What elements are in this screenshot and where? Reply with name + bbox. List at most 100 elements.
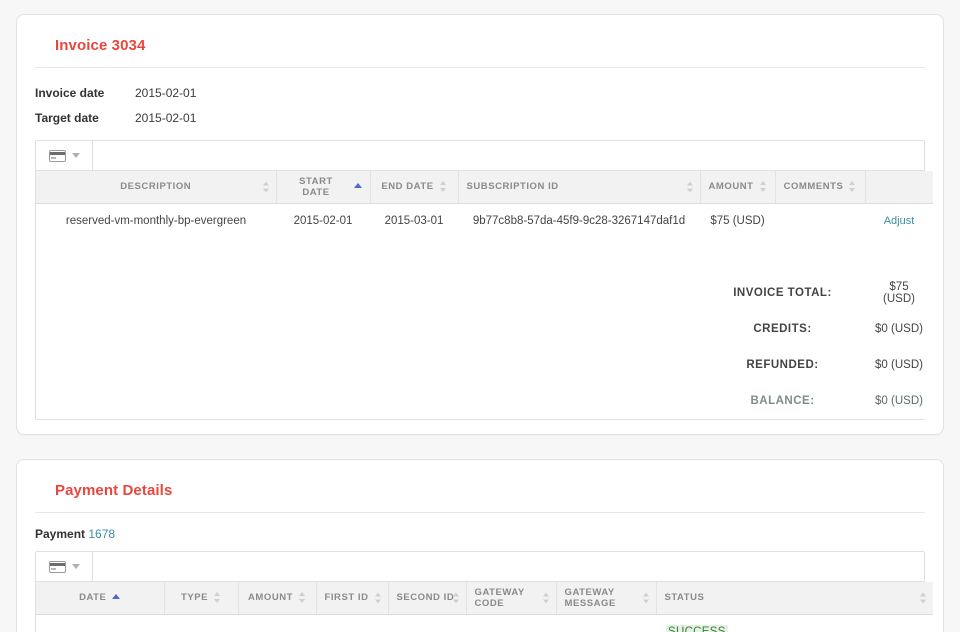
column-picker-button[interactable] bbox=[36, 141, 93, 170]
sort-toggle-icon[interactable] bbox=[920, 592, 927, 603]
sort-toggle-icon[interactable] bbox=[440, 181, 447, 192]
sort-toggle-icon[interactable] bbox=[687, 181, 694, 192]
column-header-subscription-id[interactable]: SUBSCRIPTION ID bbox=[458, 171, 700, 203]
cell-amount: $75 (USD) bbox=[700, 203, 775, 239]
cell-comments bbox=[775, 203, 865, 239]
invoice-card-title: Invoice 3034 bbox=[17, 15, 943, 67]
sort-toggle-icon[interactable] bbox=[643, 592, 650, 603]
totals-label-refunded: REFUNDED: bbox=[700, 347, 865, 383]
column-header-actions bbox=[865, 171, 933, 203]
column-header-date[interactable]: DATE bbox=[36, 582, 164, 614]
cell-end-date: 2015-03-01 bbox=[370, 203, 458, 239]
payment-card-title: Payment Details bbox=[17, 460, 943, 512]
payment-transactions-table: DATE TYPE AMOUNT bbox=[36, 582, 933, 632]
sort-toggle-icon[interactable] bbox=[214, 592, 221, 603]
sort-toggle-icon[interactable] bbox=[375, 592, 382, 603]
totals-value-credits: $0 (USD) bbox=[865, 311, 933, 347]
column-header-gateway-message-label: GATEWAY MESSAGE bbox=[565, 587, 648, 609]
table-row[interactable]: reserved-vm-monthly-bp-evergreen 2015-02… bbox=[36, 203, 933, 239]
table-row[interactable]: SUCCESS bbox=[36, 614, 933, 632]
column-header-start-date-label: START DATE bbox=[285, 176, 348, 198]
totals-value-balance: $0 (USD) bbox=[865, 383, 933, 419]
totals-row-balance: BALANCE: $0 (USD) bbox=[36, 383, 933, 419]
credit-card-icon bbox=[49, 561, 66, 573]
column-header-gateway-code[interactable]: GATEWAY CODE bbox=[466, 582, 556, 614]
totals-spacer bbox=[36, 383, 700, 419]
column-header-first-id[interactable]: FIRST ID bbox=[316, 582, 388, 614]
column-header-end-date-label: END DATE bbox=[381, 181, 433, 192]
meta-label-target-date: Target date bbox=[17, 111, 135, 125]
cell-payment-amount bbox=[238, 614, 316, 632]
column-header-comments[interactable]: COMMENTS bbox=[775, 171, 865, 203]
column-header-status-label: STATUS bbox=[665, 592, 705, 603]
payment-table-header-row: DATE TYPE AMOUNT bbox=[36, 582, 933, 614]
payment-table-container: DATE TYPE AMOUNT bbox=[35, 551, 925, 632]
totals-value-refunded: $0 (USD) bbox=[865, 347, 933, 383]
invoice-meta-list: Invoice date 2015-02-01 Target date 2015… bbox=[17, 68, 943, 130]
cell-date bbox=[36, 614, 164, 632]
totals-spacer bbox=[36, 347, 700, 383]
invoice-items-table: DESCRIPTION START DATE E bbox=[36, 171, 933, 419]
column-header-gateway-code-label: GATEWAY CODE bbox=[475, 587, 548, 609]
meta-value-invoice-date: 2015-02-01 bbox=[135, 86, 196, 100]
sort-toggle-icon[interactable] bbox=[849, 181, 856, 192]
cell-gateway-code bbox=[466, 614, 556, 632]
totals-label-credits: CREDITS: bbox=[700, 311, 865, 347]
column-header-type[interactable]: TYPE bbox=[164, 582, 238, 614]
sort-ascending-icon[interactable] bbox=[354, 181, 362, 192]
totals-spacer bbox=[36, 311, 700, 347]
totals-row-credits: CREDITS: $0 (USD) bbox=[36, 311, 933, 347]
meta-label-invoice-date: Invoice date bbox=[17, 86, 135, 100]
column-header-subscription-id-label: SUBSCRIPTION ID bbox=[467, 181, 559, 192]
column-header-description-label: DESCRIPTION bbox=[120, 181, 191, 192]
cell-start-date: 2015-02-01 bbox=[276, 203, 370, 239]
invoice-card: Invoice 3034 Invoice date 2015-02-01 Tar… bbox=[16, 14, 944, 435]
meta-row-invoice-date: Invoice date 2015-02-01 bbox=[17, 80, 943, 105]
page-root: Invoice 3034 Invoice date 2015-02-01 Tar… bbox=[0, 0, 960, 632]
cell-type bbox=[164, 614, 238, 632]
totals-value-invoice-total: $75 (USD) bbox=[865, 275, 933, 311]
column-header-payment-amount[interactable]: AMOUNT bbox=[238, 582, 316, 614]
column-header-payment-amount-label: AMOUNT bbox=[248, 592, 293, 603]
column-header-gateway-message[interactable]: GATEWAY MESSAGE bbox=[556, 582, 656, 614]
toolbar-filler bbox=[93, 141, 924, 170]
column-header-date-label: DATE bbox=[79, 592, 106, 603]
credit-card-icon bbox=[49, 150, 66, 162]
column-header-type-label: TYPE bbox=[181, 592, 208, 603]
sort-toggle-icon[interactable] bbox=[263, 181, 270, 192]
sort-toggle-icon[interactable] bbox=[299, 592, 306, 603]
sort-toggle-icon[interactable] bbox=[543, 592, 550, 603]
column-header-end-date[interactable]: END DATE bbox=[370, 171, 458, 203]
status-badge: SUCCESS bbox=[666, 625, 728, 632]
cell-status: SUCCESS bbox=[656, 614, 933, 632]
payment-label: Payment bbox=[35, 527, 85, 541]
cell-subscription-id: 9b77c8b8-57da-45f9-9c28-3267147daf1d bbox=[458, 203, 700, 239]
meta-value-target-date: 2015-02-01 bbox=[135, 111, 196, 125]
adjust-link[interactable]: Adjust bbox=[884, 215, 915, 227]
totals-label-balance: BALANCE: bbox=[700, 383, 865, 419]
meta-row-target-date: Target date 2015-02-01 bbox=[17, 105, 943, 130]
payment-id-link[interactable]: 1678 bbox=[88, 527, 115, 541]
totals-row-invoice-total: INVOICE TOTAL: $75 (USD) bbox=[36, 275, 933, 311]
payment-table-toolbar bbox=[36, 552, 924, 582]
totals-row-refunded: REFUNDED: $0 (USD) bbox=[36, 347, 933, 383]
sort-toggle-icon[interactable] bbox=[760, 181, 767, 192]
cell-actions: Adjust bbox=[865, 203, 933, 239]
invoice-table-container: DESCRIPTION START DATE E bbox=[35, 140, 925, 420]
column-picker-button[interactable] bbox=[36, 552, 93, 581]
spacer-cell bbox=[36, 239, 933, 275]
chevron-down-icon bbox=[72, 564, 80, 569]
column-header-amount-label: AMOUNT bbox=[709, 181, 754, 192]
table-spacer-row bbox=[36, 239, 933, 275]
column-header-second-id[interactable]: SECOND ID bbox=[388, 582, 466, 614]
invoice-table-toolbar bbox=[36, 141, 924, 171]
sort-toggle-icon[interactable] bbox=[453, 592, 460, 603]
column-header-status[interactable]: STATUS bbox=[656, 582, 933, 614]
column-header-amount[interactable]: AMOUNT bbox=[700, 171, 775, 203]
column-header-start-date[interactable]: START DATE bbox=[276, 171, 370, 203]
payment-id-row: Payment 1678 bbox=[17, 513, 943, 541]
payment-details-card: Payment Details Payment 1678 bbox=[16, 459, 944, 632]
totals-spacer bbox=[36, 275, 700, 311]
column-header-description[interactable]: DESCRIPTION bbox=[36, 171, 276, 203]
sort-ascending-icon[interactable] bbox=[112, 592, 120, 603]
